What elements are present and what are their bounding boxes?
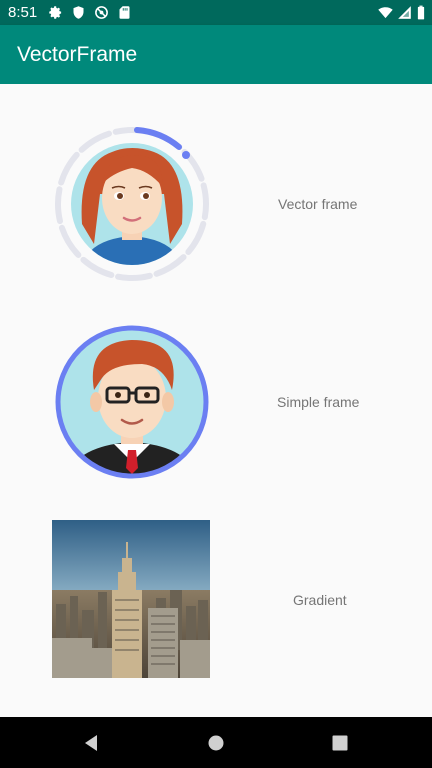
status-bar: 8:51 <box>0 0 432 25</box>
row-label: Vector frame <box>278 196 358 212</box>
app-bar: VectorFrame <box>0 25 432 84</box>
signal-icon <box>398 6 411 19</box>
city-skyline-photo <box>52 520 210 678</box>
row-label: Simple frame <box>277 394 360 410</box>
vector-frame-avatar <box>55 127 209 281</box>
battery-icon <box>417 5 425 20</box>
frame-list: Vector frame Simple frame Gradient <box>0 84 432 717</box>
home-icon[interactable] <box>204 731 228 755</box>
row-label: Gradient <box>293 592 347 608</box>
gear-icon <box>49 6 62 19</box>
simple-frame-avatar <box>55 325 209 479</box>
wifi-icon <box>378 7 393 19</box>
no-sync-icon <box>95 6 108 19</box>
back-icon[interactable] <box>80 731 104 755</box>
shield-icon <box>73 6 84 19</box>
recents-icon[interactable] <box>328 731 352 755</box>
app-title: VectorFrame <box>17 43 138 66</box>
navigation-bar <box>0 717 432 768</box>
sd-card-icon <box>119 6 130 19</box>
status-time: 8:51 <box>8 4 38 21</box>
